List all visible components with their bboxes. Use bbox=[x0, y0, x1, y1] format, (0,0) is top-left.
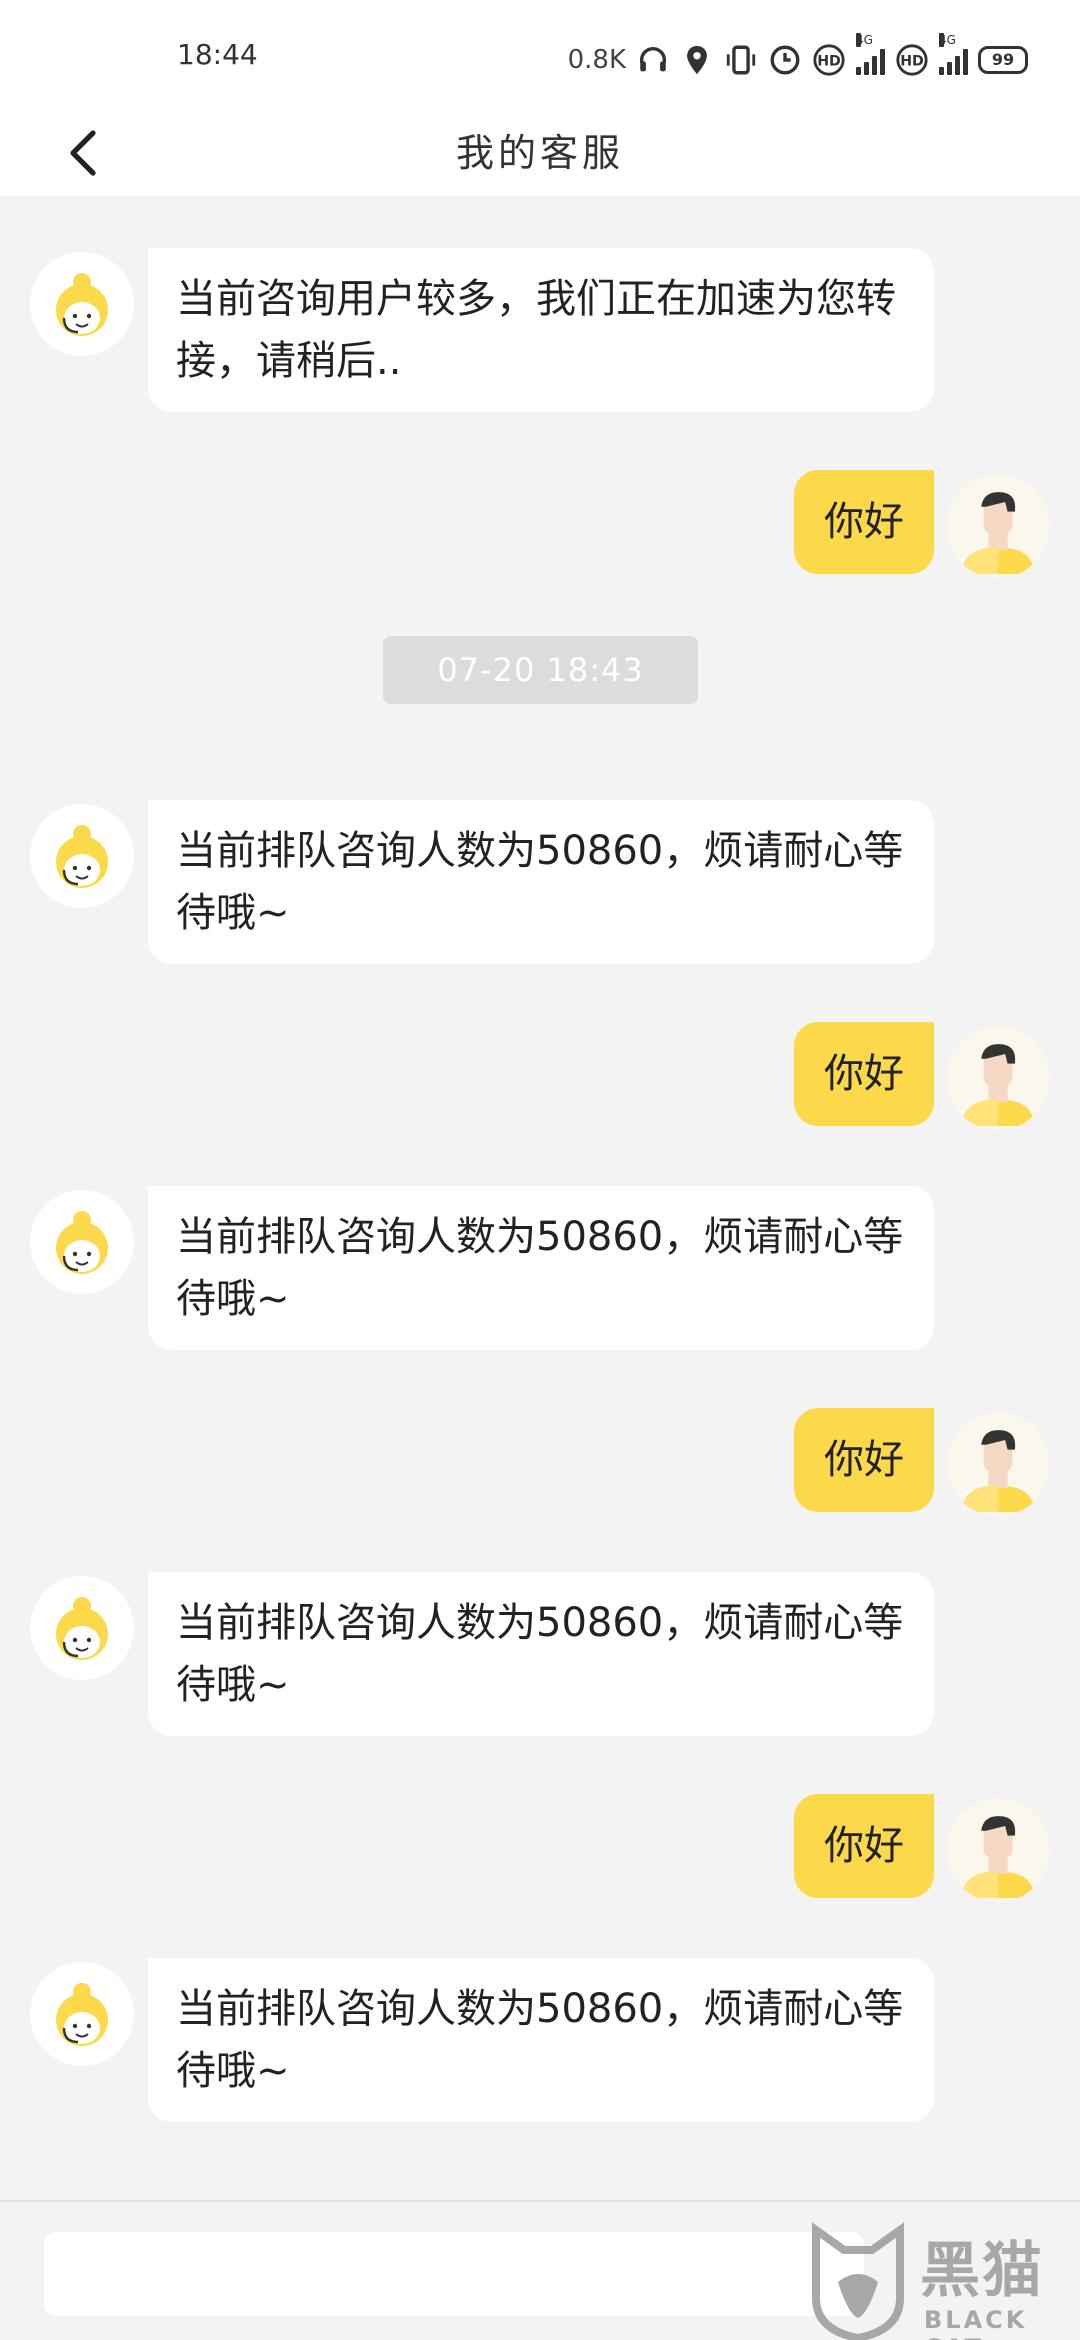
user-avatar bbox=[946, 1026, 1050, 1130]
vibrate-icon bbox=[726, 45, 756, 75]
user-avatar-icon bbox=[962, 492, 1034, 574]
user-avatar bbox=[946, 1798, 1050, 1902]
agent-avatar bbox=[30, 1576, 134, 1680]
user-avatar bbox=[946, 474, 1050, 578]
agent-avatar bbox=[30, 1962, 134, 2066]
hd-icon: HD bbox=[813, 44, 845, 76]
agent-message-bubble: 当前排队咨询人数为50860，烦请耐心等待哦~ bbox=[148, 1958, 934, 2122]
alarm-icon bbox=[770, 45, 800, 75]
user-avatar-icon bbox=[962, 1430, 1034, 1512]
user-message-bubble: 你好 bbox=[794, 1408, 934, 1512]
message-row-user: 你好 bbox=[0, 1794, 1080, 1902]
agent-avatar-icon bbox=[56, 1211, 108, 1274]
message-input[interactable] bbox=[44, 2232, 864, 2316]
user-message-bubble: 你好 bbox=[794, 1022, 934, 1126]
cell-signal-icon-2: 4G bbox=[939, 33, 968, 75]
agent-avatar-icon bbox=[56, 825, 108, 888]
agent-message-bubble: 当前排队咨询人数为50860，烦请耐心等待哦~ bbox=[148, 800, 934, 964]
agent-message-bubble: 当前排队咨询人数为50860，烦请耐心等待哦~ bbox=[148, 1186, 934, 1350]
message-row-agent: 当前排队咨询人数为50860，烦请耐心等待哦~ bbox=[0, 800, 1080, 966]
agent-avatar bbox=[30, 1190, 134, 1294]
message-row-agent: 当前排队咨询人数为50860，烦请耐心等待哦~ bbox=[0, 1572, 1080, 1738]
cell-signal-icon: 4G bbox=[856, 33, 885, 75]
message-row-agent: 当前排队咨询人数为50860，烦请耐心等待哦~ bbox=[0, 1958, 1080, 2124]
nav-bar: 我的客服 bbox=[0, 110, 1080, 196]
agent-message-bubble: 当前排队咨询人数为50860，烦请耐心等待哦~ bbox=[148, 1572, 934, 1736]
black-cat-logo-icon bbox=[812, 2222, 904, 2340]
svg-text:HD: HD bbox=[817, 54, 841, 70]
hd-icon-2: HD bbox=[896, 44, 928, 76]
headphones-icon bbox=[639, 47, 667, 72]
page-title: 我的客服 bbox=[455, 131, 624, 175]
svg-text:HD: HD bbox=[900, 54, 924, 70]
message-row-agent: 当前排队咨询人数为50860，烦请耐心等待哦~ bbox=[0, 1186, 1080, 1352]
agent-avatar-icon bbox=[56, 1597, 108, 1660]
status-time: 18:44 bbox=[177, 38, 258, 71]
agent-message-bubble: 当前咨询用户较多，我们正在加速为您转接，请稍后.. bbox=[148, 248, 934, 412]
agent-avatar-icon bbox=[56, 1983, 108, 2046]
timestamp-label: 07-20 18:43 bbox=[383, 636, 698, 704]
status-icons: 0.8K HD 4G HD 4G 99 bbox=[567, 33, 1028, 82]
agent-avatar-icon bbox=[56, 273, 108, 336]
user-avatar-icon bbox=[962, 1816, 1034, 1898]
message-row-agent: 当前咨询用户较多，我们正在加速为您转接，请稍后.. bbox=[0, 248, 1080, 414]
network-speed: 0.8K bbox=[567, 45, 626, 75]
battery-icon: 99 bbox=[978, 46, 1028, 74]
message-row-user: 你好 bbox=[0, 1022, 1080, 1130]
watermark-subtext: BLACK CAT bbox=[924, 2306, 1028, 2340]
location-icon bbox=[687, 45, 707, 75]
watermark-text: 黑猫 bbox=[920, 2236, 1044, 2306]
user-avatar bbox=[946, 1412, 1050, 1516]
user-avatar-icon bbox=[962, 1044, 1034, 1126]
user-message-bubble: 你好 bbox=[794, 1794, 934, 1898]
watermark: 黑猫 BLACK CAT bbox=[808, 2222, 1080, 2340]
message-row-user: 你好 bbox=[0, 1408, 1080, 1516]
chat-list[interactable]: 当前咨询用户较多，我们正在加速为您转接，请稍后.. 你好 07-20 18:43… bbox=[0, 196, 1080, 2181]
agent-avatar bbox=[30, 804, 134, 908]
network-type-label-2: 4G bbox=[939, 33, 956, 47]
agent-avatar bbox=[30, 252, 134, 356]
message-row-user: 你好 bbox=[0, 470, 1080, 578]
network-type-label: 4G bbox=[856, 33, 873, 47]
status-bar: 18:44 0.8K HD 4G HD 4G 99 bbox=[0, 0, 1080, 110]
user-message-bubble: 你好 bbox=[794, 470, 934, 574]
